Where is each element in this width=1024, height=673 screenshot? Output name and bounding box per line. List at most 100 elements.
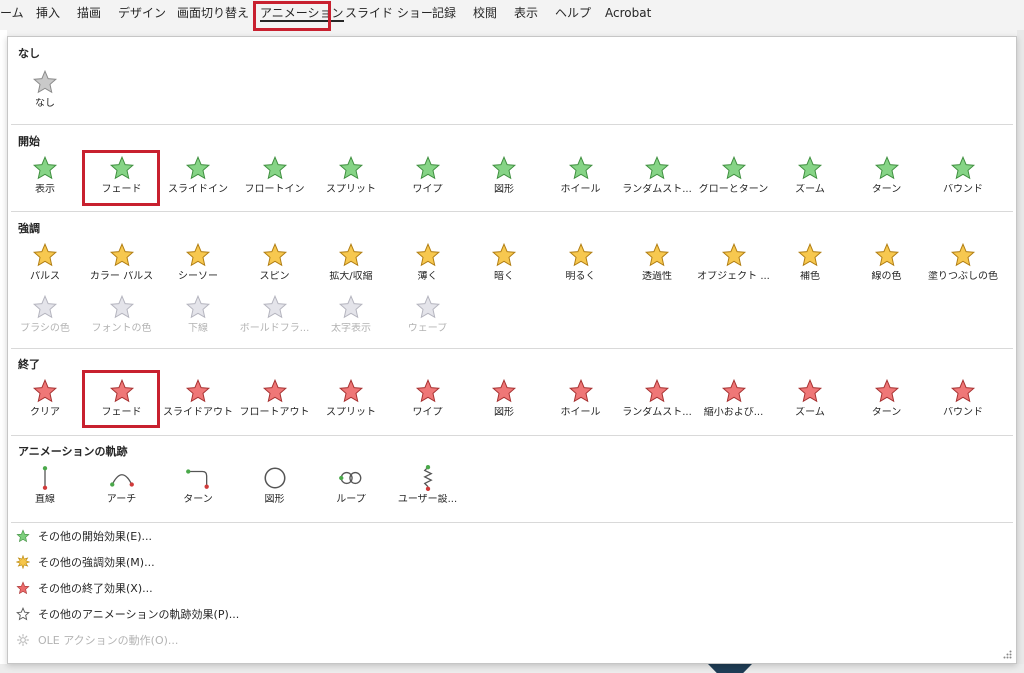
- ribbon-tab[interactable]: 校閲: [473, 4, 497, 22]
- menu-item-label: その他のアニメーションの軌跡効果(P)...: [38, 608, 240, 621]
- effect-label: 明るく: [565, 271, 596, 282]
- ribbon-tab[interactable]: ヘルプ: [555, 4, 591, 22]
- exit-effect[interactable]: ワイプ: [388, 376, 468, 424]
- entrance-effect[interactable]: 図形: [464, 153, 544, 201]
- emphasis-star-icon: [721, 242, 746, 267]
- effect-label: 塗りつぶしの色: [927, 271, 999, 282]
- exit-effect[interactable]: 縮小および...: [694, 376, 774, 424]
- exit-effect[interactable]: ランダムスト...: [617, 376, 697, 424]
- paths-effect[interactable]: 直線: [5, 463, 85, 511]
- entrance-effect[interactable]: ホイール: [541, 153, 621, 201]
- ribbon-tab[interactable]: スライド ショー: [345, 4, 433, 22]
- resize-grip-icon[interactable]: [1003, 650, 1012, 659]
- entrance-effect[interactable]: ズーム: [770, 153, 850, 201]
- ribbon-tab[interactable]: 描画: [77, 4, 101, 22]
- entrance-effect[interactable]: 表示: [5, 153, 85, 201]
- more-motion-path-effects-menu-item[interactable]: その他のアニメーションの軌跡効果(P)...: [16, 604, 416, 624]
- emphasis-star-icon: [874, 242, 899, 267]
- effect-label: スプリット: [326, 184, 376, 195]
- effect-label: 図形: [494, 407, 514, 418]
- emphasis-star-icon: [185, 242, 211, 267]
- exit-effect[interactable]: ズーム: [770, 376, 850, 424]
- emphasis-effect[interactable]: 暗く: [464, 240, 544, 288]
- entrance-star-icon: [491, 155, 517, 180]
- emphasis-effect[interactable]: 明るく: [541, 240, 621, 288]
- entrance-effect[interactable]: ランダムスト...: [617, 153, 697, 201]
- entrance-effect[interactable]: ターン: [847, 153, 927, 201]
- effect-label: ウェーブ: [407, 323, 448, 334]
- ribbon-tab[interactable]: ーム: [0, 4, 24, 22]
- entrance-star-icon: [415, 155, 440, 180]
- emphasis-star-icon: [415, 242, 440, 267]
- more-emphasis-effects-menu-item[interactable]: その他の強調効果(M)...: [16, 552, 416, 572]
- effect-label: スライドアウト: [163, 407, 233, 418]
- exit-effect[interactable]: 図形: [464, 376, 544, 424]
- entrance-star-icon: [874, 155, 899, 180]
- entrance-effect[interactable]: フェード: [82, 153, 162, 201]
- ribbon-tabs: ーム 挿入 描画 デザイン 画面切り替え アニメーション スライド ショー 記録 校閲 表示 ヘルプ…: [0, 0, 1024, 26]
- text-star-icon: [32, 294, 58, 319]
- entrance-star-icon: [338, 155, 364, 180]
- emphasis-effect[interactable]: 補色: [770, 240, 850, 288]
- paths-effect[interactable]: 図形: [235, 463, 315, 511]
- entrance-star-icon: [185, 155, 211, 180]
- slide-background-bottom: [0, 664, 1024, 673]
- entrance-star-icon: [568, 155, 593, 180]
- emphasis-effect[interactable]: オブジェクト ...: [694, 240, 774, 288]
- exit-effect[interactable]: フェード: [82, 376, 162, 424]
- paths-effect[interactable]: ループ: [311, 463, 391, 511]
- effect-label: パルス: [30, 271, 60, 282]
- ribbon-tab[interactable]: 表示: [514, 4, 538, 22]
- effect-label: ターン: [871, 407, 902, 418]
- emphasis-effect[interactable]: 塗りつぶしの色: [923, 240, 1003, 288]
- entrance-effect[interactable]: ワイプ: [388, 153, 468, 201]
- ribbon-tab[interactable]: 挿入: [36, 4, 60, 22]
- effect-label: バウンド: [943, 407, 983, 418]
- emphasis-effect[interactable]: スピン: [235, 240, 315, 288]
- emphasis-effect[interactable]: シーソー: [158, 240, 238, 288]
- ribbon-tab[interactable]: 記録: [432, 4, 456, 22]
- emphasis-burst-icon: [16, 555, 30, 569]
- entrance-effect[interactable]: スライドイン: [158, 153, 238, 201]
- exit-effect[interactable]: クリア: [5, 376, 85, 424]
- paths-effect[interactable]: ターン: [158, 463, 238, 511]
- text-star-icon: [262, 294, 287, 319]
- emphasis-effect[interactable]: 線の色: [847, 240, 927, 288]
- exit-effect[interactable]: ホイール: [541, 376, 621, 424]
- exit-effect[interactable]: フロートアウト: [235, 376, 315, 424]
- effect-label: ズーム: [795, 184, 825, 195]
- text-star-icon: [338, 294, 364, 319]
- emphasis-effect[interactable]: カラー パルス: [82, 240, 162, 288]
- menu-item-label: その他の終了効果(X)...: [38, 582, 153, 595]
- paths-effect[interactable]: ユーザー設...: [388, 463, 468, 511]
- emphasis-text-effect: フォントの色: [82, 292, 162, 340]
- ribbon-tab[interactable]: 画面切り替え: [177, 4, 249, 22]
- exit-star-icon: [185, 378, 211, 403]
- section-title-exit: 終了: [18, 358, 40, 371]
- exit-effect[interactable]: スプリット: [311, 376, 391, 424]
- exit-effect[interactable]: スライドアウト: [158, 376, 238, 424]
- entrance-effect[interactable]: スプリット: [311, 153, 391, 201]
- more-entrance-effects-menu-item[interactable]: その他の開始効果(E)...: [16, 526, 416, 546]
- exit-effect[interactable]: バウンド: [923, 376, 1003, 424]
- emphasis-effect[interactable]: パルス: [5, 240, 85, 288]
- effect-label: ターン: [871, 184, 902, 195]
- emphasis-effect[interactable]: 拡大/収縮: [311, 240, 391, 288]
- ribbon-tab[interactable]: デザイン: [118, 4, 166, 22]
- entrance-effect[interactable]: フロートイン: [235, 153, 315, 201]
- exit-effect[interactable]: ターン: [847, 376, 927, 424]
- motion-path-icon: [263, 467, 286, 489]
- emphasis-effect[interactable]: 透過性: [617, 240, 697, 288]
- more-exit-effects-menu-item[interactable]: その他の終了効果(X)...: [16, 578, 416, 598]
- entrance-effect[interactable]: バウンド: [923, 153, 1003, 201]
- emphasis-star-icon: [109, 242, 134, 267]
- paths-effect[interactable]: アーチ: [82, 463, 162, 511]
- ribbon-tab[interactable]: Acrobat: [605, 4, 651, 22]
- section-title-none: なし: [18, 47, 40, 60]
- none-effect[interactable]: なし: [5, 67, 85, 115]
- section-title-entrance: 開始: [18, 135, 40, 148]
- emphasis-effect[interactable]: 薄く: [388, 240, 468, 288]
- entrance-star-icon: [721, 155, 746, 180]
- entrance-effect[interactable]: グローとターン: [694, 153, 774, 201]
- emphasis-text-effect: 太字表示: [311, 292, 391, 340]
